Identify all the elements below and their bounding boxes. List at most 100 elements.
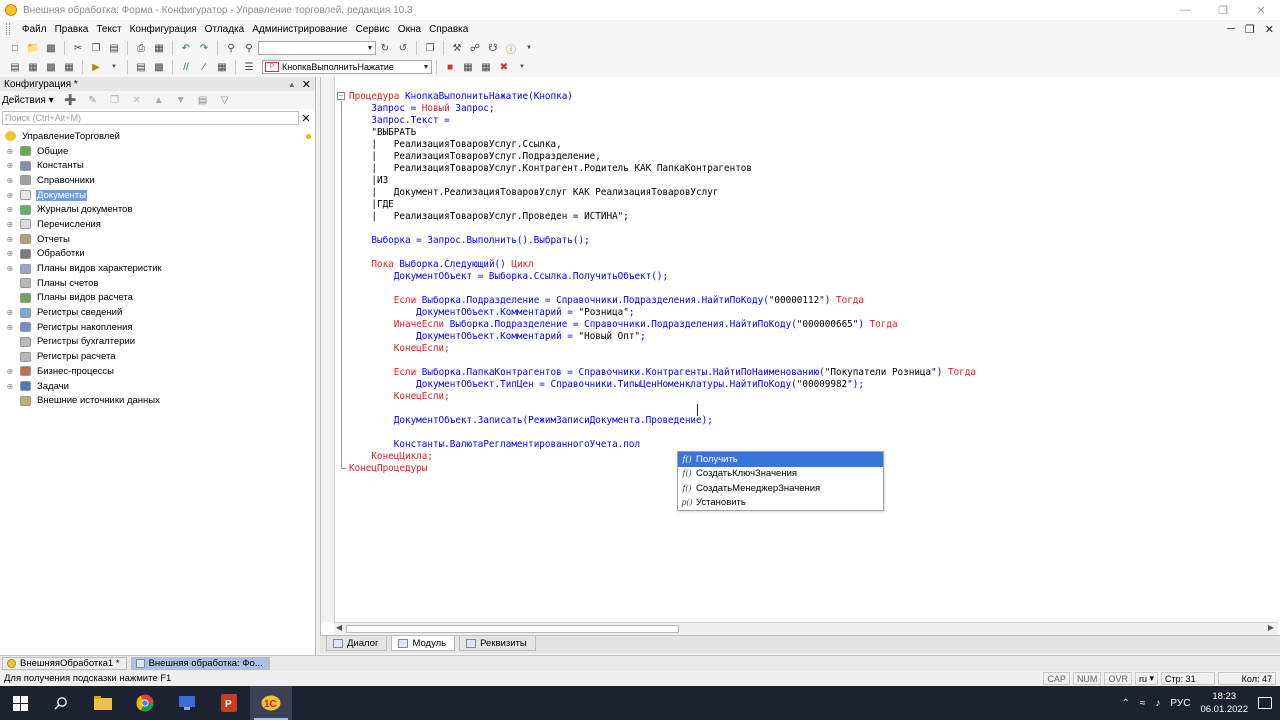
taskbar-powerpoint[interactable]: P — [208, 686, 250, 720]
block-icon[interactable]: ▤ — [134, 60, 148, 74]
run-debug-icon[interactable]: ▶ — [89, 60, 103, 74]
tree-item[interactable]: Регистры расчета — [0, 349, 315, 364]
window-tab-form[interactable]: Внешняя обработка: Фо... — [130, 657, 270, 670]
tree-item[interactable]: ⊕ Обработки — [0, 247, 315, 262]
table-icon[interactable]: ▦ — [62, 60, 76, 74]
scroll-right-icon[interactable]: ▶ — [1268, 623, 1274, 632]
expand-icon[interactable]: ⊕ — [5, 249, 15, 258]
window-tab-processing[interactable]: ВнешняяОбработка1 * — [2, 657, 127, 670]
copy-icon[interactable]: ❐ — [89, 41, 103, 55]
tools-icon[interactable]: ⚒ — [450, 41, 464, 55]
clock[interactable]: 18:23 06.01.2022 — [1200, 690, 1248, 716]
comment-icon[interactable]: // — [179, 60, 193, 74]
toolbar-more-icon[interactable]: ▼ — [522, 41, 536, 55]
menu-help[interactable]: Справка — [425, 24, 472, 35]
code-line[interactable]: ДокументОбъект.Комментарий = "Розница"; — [349, 307, 976, 319]
code-line[interactable]: ИначеЕсли Выборка.Подразделение = Справо… — [349, 319, 976, 331]
tree-item[interactable]: Планы видов расчета — [0, 291, 315, 306]
expand-icon[interactable]: ⊕ — [5, 264, 15, 273]
procedure-combo[interactable]: P КнопкаВыполнитьНажатие ▼ — [262, 60, 432, 74]
taskbar-1c[interactable]: 1C — [250, 686, 292, 720]
mdi-close-icon[interactable]: ✕ — [1265, 23, 1274, 36]
code-line[interactable] — [349, 403, 976, 415]
menu-edit[interactable]: Правка — [51, 24, 93, 35]
expand-icon[interactable]: ⊕ — [5, 235, 15, 244]
save-icon[interactable]: ▩ — [44, 41, 58, 55]
copy-icon[interactable]: ❐ — [108, 93, 122, 107]
chevron-down-icon[interactable]: ▼ — [365, 42, 375, 54]
code-line[interactable]: Константы.ВалютаРегламентированногоУчета… — [349, 439, 976, 451]
search-icon[interactable]: ⚲ — [242, 41, 256, 55]
form-icon[interactable]: ▦ — [26, 60, 40, 74]
code-line[interactable]: КонецЕсли; — [349, 391, 976, 403]
menu-debug[interactable]: Отладка — [201, 24, 249, 35]
procedures-list-icon[interactable]: ☰ — [242, 60, 256, 74]
tree-item[interactable]: ⊕ Отчеты — [0, 232, 315, 247]
tab-requisites[interactable]: Реквизиты — [459, 636, 536, 651]
menu-administration[interactable]: Администрирование — [248, 24, 351, 35]
format-icon[interactable]: ▦ — [215, 60, 229, 74]
code-text[interactable]: Процедура КнопкаВыполнитьНажатие(Кнопка)… — [349, 91, 976, 475]
paste-icon[interactable]: ▤ — [107, 41, 121, 55]
mdi-minimize-icon[interactable]: ─ — [1227, 23, 1235, 35]
menu-file[interactable]: Файл — [18, 24, 51, 35]
print-icon[interactable]: ⎙ — [134, 41, 148, 55]
move-down-icon[interactable]: ▼ — [174, 93, 188, 107]
bookmark-prev-icon[interactable]: ▦ — [479, 60, 493, 74]
tree-item[interactable]: Внешние источники данных — [0, 393, 315, 408]
block-remove-icon[interactable]: ▩ — [152, 60, 166, 74]
assistant-icon[interactable]: ☋ — [486, 41, 500, 55]
expand-icon[interactable]: ⊕ — [5, 382, 15, 391]
tree-item[interactable]: Регистры бухгалтерии — [0, 335, 315, 350]
redo-icon[interactable]: ↷ — [197, 41, 211, 55]
expand-icon[interactable]: ⊕ — [5, 205, 15, 214]
close-icon[interactable]: ✕ — [1242, 0, 1280, 20]
code-line[interactable]: Пока Выборка.Следующий() Цикл — [349, 259, 976, 271]
tree-root[interactable]: УправлениеТорговлей — [0, 129, 315, 144]
find-icon[interactable]: ⚲ — [224, 41, 238, 55]
tree-item[interactable]: ⊕ Регистры накопления — [0, 320, 315, 335]
menu-configuration[interactable]: Конфигурация — [126, 24, 201, 35]
expand-icon[interactable]: ⊕ — [5, 308, 15, 317]
toolbar-more-icon[interactable]: ▼ — [515, 60, 529, 74]
code-line[interactable]: Если Выборка.Подразделение = Справочники… — [349, 295, 976, 307]
find-prev-icon[interactable]: ↺ — [396, 41, 410, 55]
code-line[interactable] — [349, 355, 976, 367]
edit-icon[interactable]: ✎ — [86, 93, 100, 107]
code-line[interactable]: ДокументОбъект = Выборка.Ссылка.Получить… — [349, 271, 976, 283]
code-line[interactable] — [349, 427, 976, 439]
open-folder-icon[interactable]: 📁 — [26, 41, 40, 55]
filter-icon[interactable]: ▽ — [218, 93, 232, 107]
menu-windows[interactable]: Окна — [394, 24, 425, 35]
minimize-icon[interactable]: — — [1166, 0, 1204, 20]
code-line[interactable]: ДокументОбъект.ТипЦен = Справочники.Типы… — [349, 379, 976, 391]
code-line[interactable]: | Документ.РеализацияТоваровУслуг КАК Ре… — [349, 187, 976, 199]
scrollbar-thumb[interactable] — [346, 625, 679, 633]
module-icon[interactable]: ▤ — [8, 60, 22, 74]
autocomplete-item[interactable]: f() СоздатьМенеджерЗначения — [678, 481, 883, 496]
input-language[interactable]: РУС — [1170, 698, 1190, 709]
tree-item[interactable]: ⊕ Общие — [0, 144, 315, 159]
expand-icon[interactable]: ⊕ — [5, 220, 15, 229]
undo-icon[interactable]: ↶ — [179, 41, 193, 55]
code-line[interactable]: Процедура КнопкаВыполнитьНажатие(Кнопка) — [349, 91, 976, 103]
search-combo[interactable]: ▼ — [258, 41, 376, 55]
move-up-icon[interactable]: ▲ — [152, 93, 166, 107]
start-button[interactable] — [0, 686, 40, 720]
maximize-icon[interactable]: ❐ — [1204, 0, 1242, 20]
scroll-left-icon[interactable]: ◀ — [336, 623, 342, 632]
syntax-helper-icon[interactable]: ☍ — [468, 41, 482, 55]
code-line[interactable]: КонецЕсли; — [349, 343, 976, 355]
search-button[interactable] — [40, 686, 82, 720]
code-line[interactable]: Запрос.Текст = — [349, 115, 976, 127]
chevron-up-icon[interactable]: ⌃ — [1122, 698, 1130, 709]
code-line[interactable]: ДокументОбъект.Комментарий = "Новый Опт"… — [349, 331, 976, 343]
find-next-icon[interactable]: ↻ — [378, 41, 392, 55]
code-line[interactable]: Если Выборка.ПапкаКонтрагентов = Справоч… — [349, 367, 976, 379]
run-menu-icon[interactable]: ▼ — [107, 60, 121, 74]
close-panel-icon[interactable]: ✕ — [302, 78, 311, 91]
mdi-restore-icon[interactable]: ❐ — [1245, 23, 1255, 36]
tree-item[interactable]: ⊕ Справочники — [0, 173, 315, 188]
expand-icon[interactable]: ⊕ — [5, 367, 15, 376]
volume-icon[interactable]: ♪ — [1155, 698, 1160, 709]
